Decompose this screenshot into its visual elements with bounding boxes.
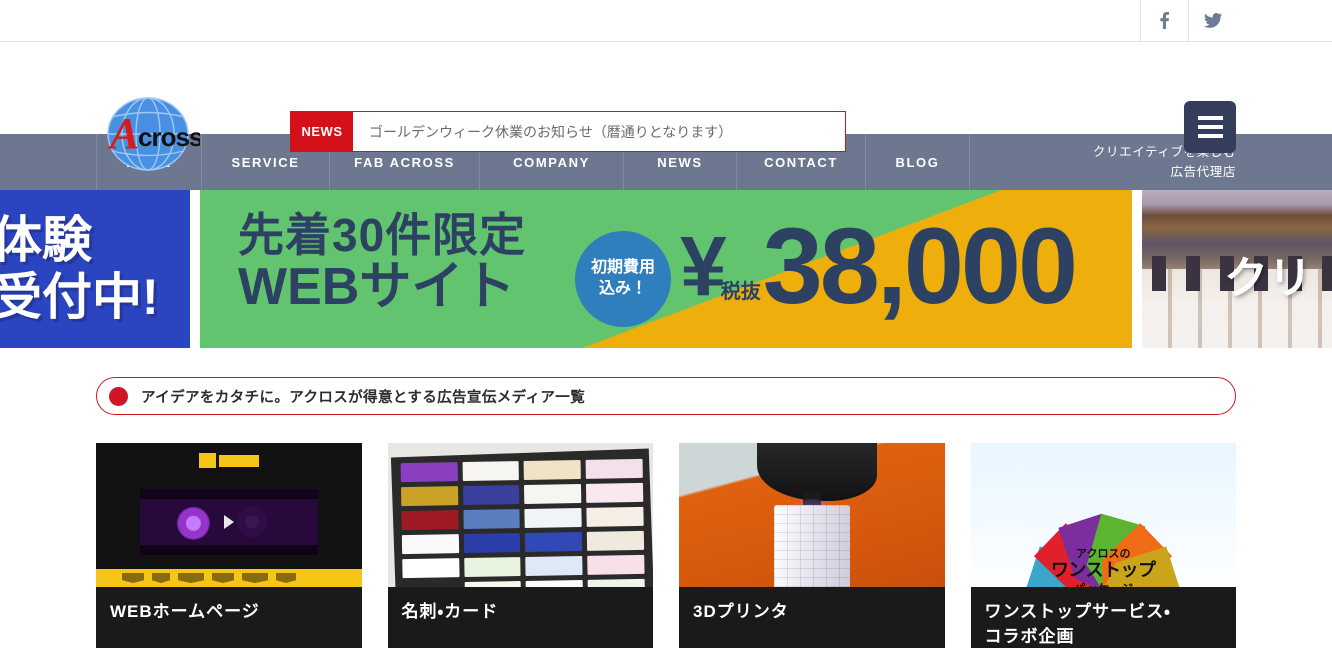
hamburger-bar-3: [1197, 134, 1223, 138]
tagline-line-2: 広告代理店: [1170, 165, 1236, 179]
video-top-bar: [140, 489, 318, 499]
news-headline[interactable]: ゴールデンウィーク休業のお知らせ（暦通りとなります）: [353, 112, 845, 151]
yen-symbol: ¥: [680, 219, 727, 313]
card-caption: WEBホームページ: [96, 587, 362, 648]
printed-tower-model: [773, 505, 850, 599]
hero-slide-next[interactable]: クリ: [1142, 190, 1332, 348]
card-caption-line-2: コラボ企画: [984, 627, 1075, 646]
hero-slider[interactable]: 体験 受付中! 先着30件限定 WEBサイト 初期費用 込み！ ¥ 税抜 38,…: [0, 190, 1332, 348]
next-slide-text: クリ: [1224, 254, 1312, 303]
kraft-wordmark: [218, 454, 259, 467]
top-utility-bar: [0, 0, 1332, 42]
news-ticker[interactable]: NEWS ゴールデンウィーク休業のお知らせ（暦通りとなります）: [290, 111, 846, 152]
section-bullet-icon: [109, 386, 128, 406]
prev-slide-line-1: 体験: [0, 212, 92, 268]
video-bottom-bar: [140, 545, 318, 555]
hamburger-bar-1: [1197, 116, 1223, 120]
hero-headline: 先着30件限定 WEBサイト: [238, 212, 526, 315]
nav-left-spacer: [0, 134, 96, 190]
headlight-video-thumb: [140, 489, 318, 555]
svg-text:A: A: [107, 109, 139, 158]
facebook-icon[interactable]: [1140, 0, 1188, 41]
nav-label: NEWS: [657, 154, 703, 170]
hero-headline-line-1: 先着30件限定: [238, 209, 527, 261]
news-tag-label: NEWS: [291, 112, 353, 151]
media-card-business-cards[interactable]: 名刺・カード: [387, 443, 653, 648]
card-caption-line-1: 名刺・カード: [401, 602, 499, 621]
badge-line-2: 込み！: [598, 280, 647, 297]
hamburger-menu-button[interactable]: [1184, 101, 1236, 153]
hero-price: ¥ 税抜 38,000: [680, 205, 1078, 326]
prev-slide-line-2: 受付中!: [0, 269, 159, 325]
hero-slide-active[interactable]: 先着30件限定 WEBサイト 初期費用 込み！ ¥ 税抜 38,000: [200, 190, 1132, 348]
facebook-glyph: [1160, 12, 1169, 29]
card-caption: 3Dプリンタ: [679, 587, 945, 648]
fan-diagram: アクロスの ワンストップ パッケージ: [971, 447, 1237, 597]
card-caption-line-1: 3Dプリンタ: [693, 602, 789, 621]
site-logo[interactable]: A cross: [96, 92, 200, 176]
across-globe-logo: A cross: [107, 97, 200, 171]
hamburger-bar-2: [1197, 125, 1223, 129]
section-heading: アイデアをカタチに。アクロスが得意とする広告宣伝メディア一覧: [96, 377, 1236, 415]
nav-item-blog[interactable]: BLOG: [865, 134, 969, 190]
nav-label: COMPANY: [513, 154, 590, 170]
tax-label: 税抜: [720, 281, 761, 303]
media-card-one-stop[interactable]: アクロスの ワンストップ パッケージ ワンストップサービス・ コラボ企画: [970, 443, 1237, 648]
badge-line-1: 初期費用: [590, 259, 655, 277]
nav-label: CONTACT: [764, 154, 838, 170]
hero-headline-line-2: WEBサイト: [238, 258, 516, 316]
nav-tagline: クリエイティブを楽しむ 広告代理店: [969, 134, 1332, 190]
nav-label: FAB ACROSS: [354, 154, 455, 170]
fan-brand-main: ワンストップ: [1050, 560, 1156, 581]
twitter-glyph: [1203, 13, 1222, 28]
site-header: A cross NEWS ゴールデンウィーク休業のお知らせ（暦通りとなります）: [0, 42, 1332, 171]
nav-label: SERVICE: [231, 154, 300, 170]
media-card-web[interactable]: ハマー加工実績 WEBホームページ: [96, 443, 362, 648]
nav-label: BLOG: [895, 154, 940, 170]
hero-price-badge: 初期費用 込み！: [575, 231, 671, 327]
kraft-mark: [198, 453, 216, 468]
media-card-3d-printer[interactable]: 3Dプリンタ: [679, 443, 945, 648]
play-icon: [223, 515, 234, 529]
card-caption: 名刺・カード: [387, 587, 653, 648]
yellow-navbar: [96, 569, 362, 587]
card-caption-line-1: WEBホームページ: [110, 602, 260, 621]
card-caption: ワンストップサービス・ コラボ企画: [970, 587, 1236, 648]
card-caption-line-1: ワンストップサービス・: [984, 602, 1171, 621]
media-card-grid: ハマー加工実績 WEBホームページ: [96, 443, 1236, 648]
price-amount: 38,000: [762, 205, 1078, 326]
media-section: アイデアをカタチに。アクロスが得意とする広告宣伝メディア一覧 WEBホームページ…: [0, 377, 1332, 648]
section-heading-text: アイデアをカタチに。アクロスが得意とする広告宣伝メディア一覧: [141, 389, 586, 406]
hero-slide-previous[interactable]: 体験 受付中!: [0, 190, 190, 348]
kraft-logo-icon: [198, 453, 259, 468]
twitter-icon[interactable]: [1188, 0, 1236, 41]
svg-text:cross: cross: [138, 122, 200, 152]
fan-brand-prefix: アクロスの: [1076, 548, 1131, 561]
